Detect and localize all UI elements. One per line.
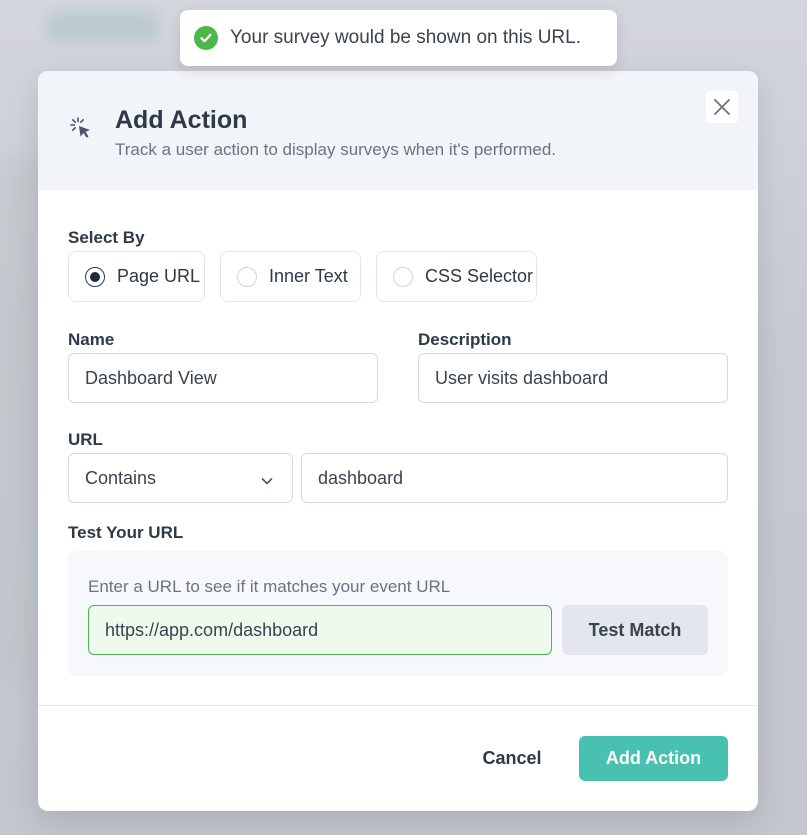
- url-value-text: dashboard: [318, 467, 404, 488]
- close-icon: [714, 99, 730, 115]
- close-button[interactable]: [706, 91, 738, 123]
- radio-indicator: [85, 266, 105, 287]
- modal-title: Add Action: [115, 106, 248, 134]
- toast-message: Your survey would be shown on this URL.: [230, 27, 581, 48]
- cursor-click-icon: [68, 115, 96, 143]
- select-by-label: Select By: [68, 228, 145, 247]
- test-url-hint: Enter a URL to see if it matches your ev…: [88, 577, 451, 596]
- name-input[interactable]: Dashboard View: [68, 353, 378, 403]
- radio-inner-text[interactable]: Inner Text: [220, 251, 361, 302]
- modal-header: Add Action Track a user action to displa…: [38, 71, 758, 190]
- modal-subtitle: Track a user action to display surveys w…: [115, 140, 557, 159]
- add-action-modal: Add Action Track a user action to displa…: [38, 71, 758, 811]
- url-value-input[interactable]: dashboard: [301, 453, 728, 503]
- success-toast: Your survey would be shown on this URL.: [180, 10, 617, 66]
- name-label: Name: [68, 330, 115, 349]
- test-url-label: Test Your URL: [68, 523, 184, 542]
- add-action-button[interactable]: Add Action: [579, 736, 728, 781]
- radio-css-selector[interactable]: CSS Selector: [376, 251, 537, 302]
- check-circle-icon: [194, 26, 218, 50]
- chevron-down-icon: [260, 472, 274, 493]
- radio-label: Page URL: [117, 266, 201, 286]
- radio-label: Inner Text: [269, 266, 348, 286]
- radio-label: CSS Selector: [425, 266, 534, 286]
- description-input[interactable]: User visits dashboard: [418, 353, 728, 403]
- radio-indicator: [237, 266, 257, 287]
- test-match-button[interactable]: Test Match: [562, 605, 708, 655]
- background-logo: [48, 12, 158, 42]
- cancel-button[interactable]: Cancel: [468, 736, 556, 781]
- description-input-value: User visits dashboard: [435, 367, 609, 388]
- url-match-select[interactable]: Contains: [68, 453, 293, 503]
- test-url-value: https://app.com/dashboard: [105, 619, 319, 640]
- test-url-input[interactable]: https://app.com/dashboard: [88, 605, 552, 655]
- test-url-panel: Enter a URL to see if it matches your ev…: [68, 551, 728, 676]
- url-label: URL: [68, 430, 103, 449]
- footer-divider: [38, 705, 758, 706]
- name-input-value: Dashboard View: [85, 367, 217, 388]
- radio-indicator: [393, 266, 413, 287]
- url-match-value: Contains: [85, 467, 157, 488]
- radio-page-url[interactable]: Page URL: [68, 251, 205, 302]
- description-label: Description: [418, 330, 512, 349]
